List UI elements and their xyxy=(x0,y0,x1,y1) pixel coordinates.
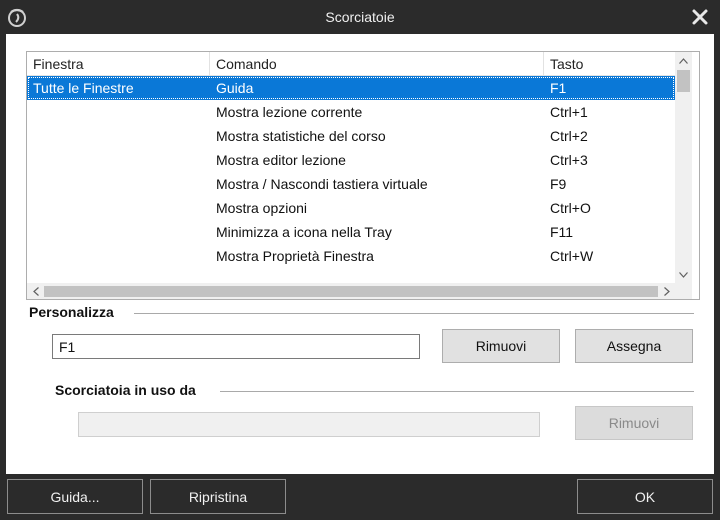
table-row[interactable]: Mostra Proprietà Finestra Ctrl+W xyxy=(27,244,675,268)
shortcut-list[interactable]: Finestra Comando Tasto Tutte le Finestre… xyxy=(26,51,700,300)
horizontal-scroll-thumb[interactable] xyxy=(44,286,658,297)
vertical-scroll-thumb[interactable] xyxy=(677,70,690,92)
cell-command: Mostra editor lezione xyxy=(216,152,346,168)
cell-key: Ctrl+3 xyxy=(550,152,588,168)
list-header: Finestra Comando Tasto xyxy=(27,52,675,76)
shortcut-key-input[interactable] xyxy=(52,334,420,359)
remove-button[interactable]: Rimuovi xyxy=(442,329,560,363)
in-use-field xyxy=(78,412,540,437)
table-row[interactable]: Mostra opzioni Ctrl+O xyxy=(27,196,675,220)
column-header-window[interactable]: Finestra xyxy=(27,52,210,76)
table-row[interactable]: Mostra editor lezione Ctrl+3 xyxy=(27,148,675,172)
scroll-down-icon[interactable] xyxy=(675,266,692,283)
cell-command: Mostra opzioni xyxy=(216,200,308,216)
cell-window xyxy=(27,124,210,148)
dialog-body: Finestra Comando Tasto Tutte le Finestre… xyxy=(6,34,714,474)
cell-window xyxy=(27,196,210,220)
cell-window xyxy=(27,220,210,244)
in-use-divider xyxy=(220,391,694,392)
cell-window xyxy=(27,148,210,172)
cell-command: Minimizza a icona nella Tray xyxy=(216,224,392,240)
cell-window: Tutte le Finestre xyxy=(33,80,134,96)
scroll-right-icon[interactable] xyxy=(658,283,675,299)
cell-command: Mostra Proprietà Finestra xyxy=(216,248,374,264)
customize-label: Personalizza xyxy=(29,304,122,320)
window-title: Scorciatoie xyxy=(325,9,395,25)
reset-button[interactable]: Ripristina xyxy=(150,479,286,514)
cell-key: F1 xyxy=(550,80,567,96)
assign-button[interactable]: Assegna xyxy=(575,329,693,363)
cell-key: Ctrl+W xyxy=(550,248,594,264)
table-row[interactable]: Mostra statistiche del corso Ctrl+2 xyxy=(27,124,675,148)
in-use-label: Scorciatoia in uso da xyxy=(55,382,204,398)
cell-window xyxy=(27,244,210,268)
remove-in-use-button: Rimuovi xyxy=(575,406,693,440)
table-row[interactable]: Mostra / Nascondi tastiera virtuale F9 xyxy=(27,172,675,196)
cell-command: Guida xyxy=(216,80,254,96)
scrollbar-corner xyxy=(675,283,692,299)
close-icon[interactable] xyxy=(688,5,712,29)
column-header-key[interactable]: Tasto xyxy=(544,52,675,76)
list-rows: Tutte le Finestre Guida F1 Mostra lezione c… xyxy=(27,76,675,268)
cell-key: Ctrl+O xyxy=(550,200,591,216)
cell-key: F11 xyxy=(550,224,574,240)
cell-window xyxy=(27,100,210,124)
cell-command: Mostra lezione corrente xyxy=(216,104,363,120)
cell-key: Ctrl+1 xyxy=(550,104,588,120)
cell-key: Ctrl+2 xyxy=(550,128,588,144)
table-row[interactable]: Minimizza a icona nella Tray F11 xyxy=(27,220,675,244)
customize-divider xyxy=(134,313,694,314)
scroll-up-icon[interactable] xyxy=(675,52,692,69)
ok-button[interactable]: OK xyxy=(577,479,713,514)
table-row[interactable]: Tutte le Finestre Guida F1 xyxy=(27,76,675,100)
cell-key: F9 xyxy=(550,176,567,192)
cell-window xyxy=(27,172,210,196)
vertical-scrollbar[interactable] xyxy=(675,52,692,283)
table-row[interactable]: Mostra lezione corrente Ctrl+1 xyxy=(27,100,675,124)
help-button[interactable]: Guida... xyxy=(7,479,143,514)
cell-command: Mostra / Nascondi tastiera virtuale xyxy=(216,176,428,192)
title-bar: Scorciatoie xyxy=(0,0,720,34)
cell-command: Mostra statistiche del corso xyxy=(216,128,386,144)
column-header-command[interactable]: Comando xyxy=(210,52,544,76)
horizontal-scrollbar[interactable] xyxy=(27,283,675,299)
scroll-left-icon[interactable] xyxy=(27,283,44,299)
